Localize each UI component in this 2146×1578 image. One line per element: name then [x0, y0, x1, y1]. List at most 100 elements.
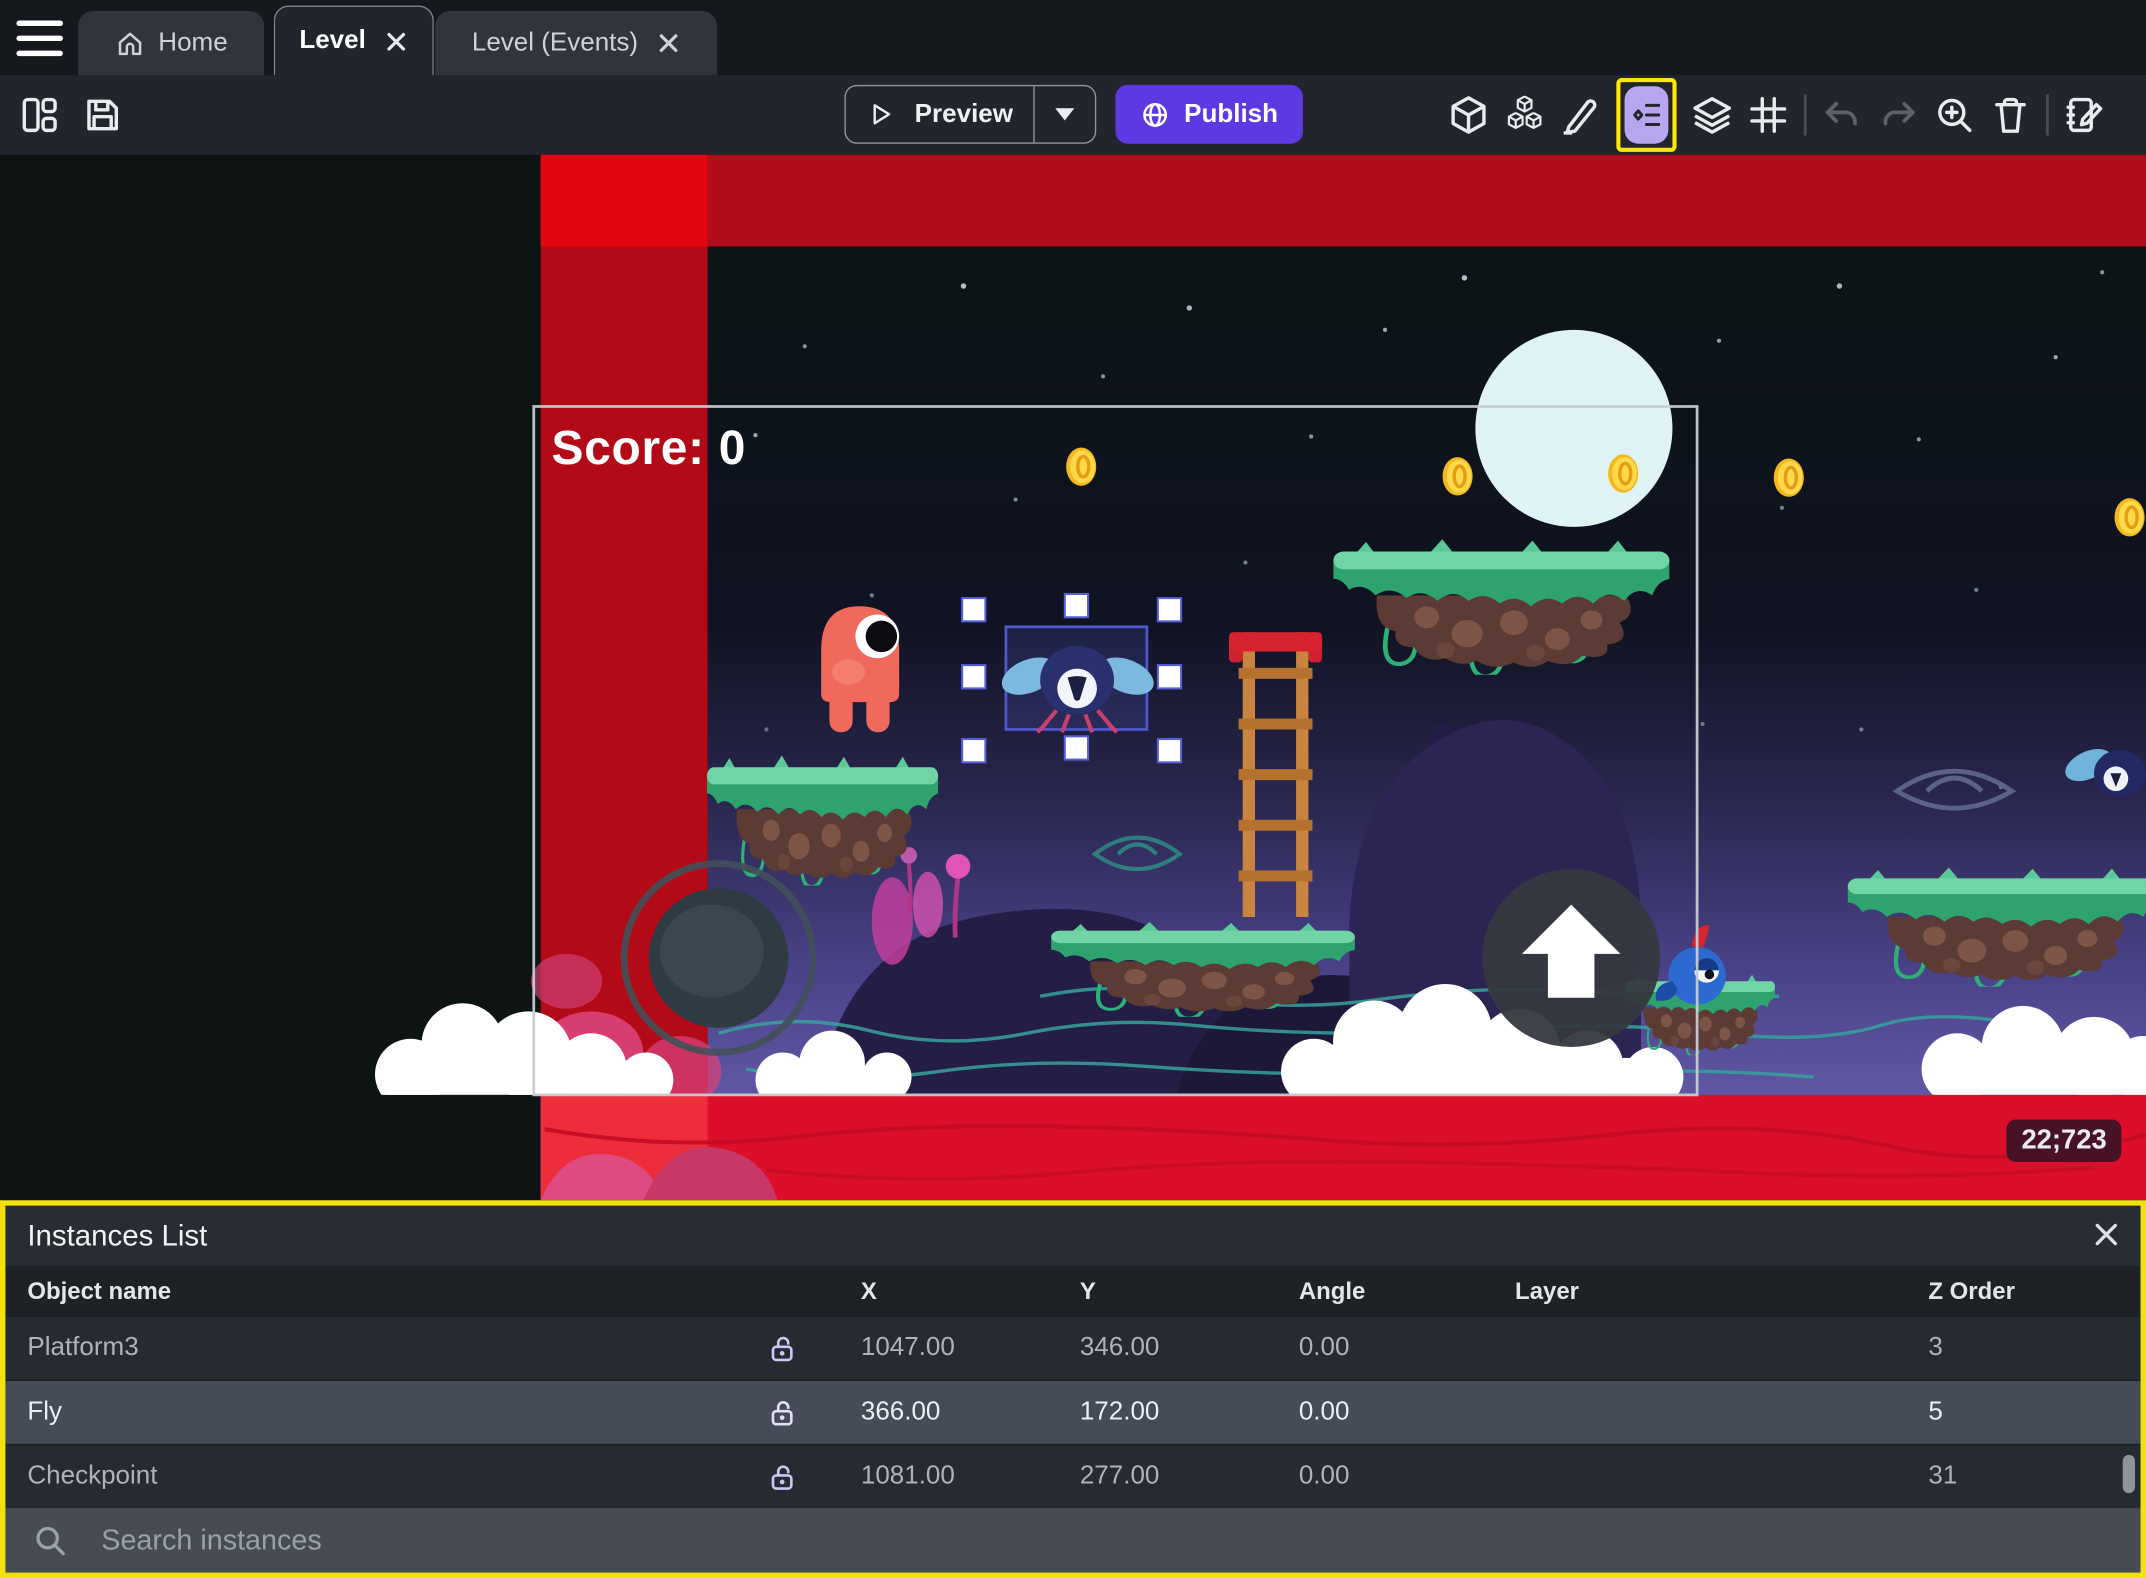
- preview-label: Preview: [914, 99, 1013, 128]
- unlock-icon: [771, 1464, 793, 1490]
- instance-name: Platform3: [27, 1333, 139, 1362]
- tab-home-label: Home: [158, 28, 228, 57]
- tab-level-label: Level: [299, 26, 366, 55]
- main-toolbar: Preview Publish: [0, 75, 2146, 155]
- moon: [1475, 329, 1673, 527]
- coin[interactable]: [1772, 457, 1806, 499]
- tab-level-active[interactable]: Level: [273, 5, 434, 76]
- toolbar-divider: [2046, 94, 2049, 136]
- coin[interactable]: [1441, 455, 1475, 497]
- column-z-order: Z Order: [1928, 1276, 2015, 1304]
- top-red-band[interactable]: [707, 154, 2146, 247]
- instance-name: Fly: [27, 1397, 63, 1427]
- play-icon: [873, 104, 891, 125]
- tab-level-close-icon[interactable]: [385, 29, 408, 52]
- tab-level-events-close-icon[interactable]: [657, 31, 680, 54]
- object-groups-button[interactable]: [1504, 94, 1545, 135]
- table-row-platform3[interactable]: Platform3 1047.00 346.00 0.00 3: [5, 1315, 2141, 1380]
- column-layer: Layer: [1515, 1276, 1579, 1304]
- ladder[interactable]: [1229, 632, 1323, 917]
- scene-editor-canvas[interactable]: Score: 0 22;723: [0, 154, 2146, 1201]
- instance-angle[interactable]: 0.00: [1251, 1462, 1467, 1492]
- undo-icon: [1825, 101, 1857, 126]
- cursor-position-badge: 22;723: [2006, 1119, 2122, 1162]
- tab-home[interactable]: Home: [78, 10, 265, 76]
- table-row-checkpoint[interactable]: Checkpoint 1081.00 277.00 0.00 31: [5, 1443, 2141, 1509]
- search-icon: [36, 1526, 65, 1555]
- instances-list-title: Instances List: [27, 1218, 208, 1252]
- instance-y[interactable]: 346.00: [1032, 1333, 1251, 1363]
- open-panels-layout-button[interactable]: [19, 94, 60, 135]
- instance-x[interactable]: 366.00: [813, 1397, 1032, 1427]
- instances-list-panel: Instances List Object name X Y Angle Lay…: [0, 1200, 2146, 1578]
- lock-toggle-button[interactable]: [766, 1461, 797, 1492]
- redo-button[interactable]: [1878, 94, 1919, 135]
- cube-icon: [1451, 96, 1486, 134]
- scrollbar-thumb[interactable]: [2122, 1454, 2136, 1494]
- delete-button[interactable]: [1990, 94, 2031, 135]
- instance-y[interactable]: 277.00: [1032, 1462, 1251, 1492]
- bottom-red-band: [540, 1094, 2146, 1201]
- score-text-object[interactable]: Score: 0: [552, 422, 747, 477]
- unlock-icon: [771, 1336, 793, 1361]
- instance-name: Checkpoint: [27, 1461, 158, 1491]
- instance-angle[interactable]: 0.00: [1251, 1333, 1467, 1363]
- pencil-icon: [1563, 99, 1597, 135]
- gdevelop-editor-window: Home Level Level (Events) Preview Publis…: [0, 0, 2146, 1578]
- object-groups-icon: [1507, 95, 1542, 130]
- objects-editor-button[interactable]: [1448, 94, 1489, 135]
- home-icon: [118, 31, 141, 55]
- instance-angle[interactable]: 0.00: [1251, 1397, 1467, 1427]
- instance-z-order[interactable]: 5: [1880, 1397, 2140, 1427]
- undo-button[interactable]: [1822, 94, 1863, 135]
- column-angle: Angle: [1298, 1276, 1366, 1304]
- save-button[interactable]: [82, 94, 123, 135]
- layers-button[interactable]: [1692, 94, 1733, 135]
- notebook-edit-icon: [2066, 97, 2103, 133]
- grid-button[interactable]: [1748, 94, 1789, 135]
- coin[interactable]: [2113, 496, 2146, 538]
- instances-table-header-row: Object name X Y Angle Layer Z Order: [5, 1265, 2141, 1316]
- instances-list-icon: [1633, 103, 1661, 127]
- toolbar-divider: [1803, 94, 1807, 136]
- edit-scene-properties-button[interactable]: [2064, 94, 2105, 135]
- redo-icon: [1883, 101, 1915, 126]
- zoom-in-icon: [1938, 98, 1972, 133]
- instance-x[interactable]: 1047.00: [813, 1333, 1032, 1363]
- instances-list-button-active[interactable]: [1624, 86, 1669, 144]
- layout-panels-icon: [22, 97, 57, 133]
- publish-button[interactable]: Publish: [1115, 84, 1303, 144]
- menu-hamburger-icon[interactable]: [16, 18, 63, 59]
- table-row-fly-selected[interactable]: Fly 366.00 172.00 0.00 5: [5, 1379, 2141, 1444]
- instance-x[interactable]: 1081.00: [813, 1462, 1032, 1492]
- grid-icon: [1750, 97, 1787, 133]
- column-x: X: [860, 1276, 877, 1304]
- coin[interactable]: [1606, 453, 1640, 495]
- column-object-name: Object name: [27, 1276, 172, 1304]
- preview-dropdown-button[interactable]: [1035, 108, 1095, 121]
- trash-icon: [1995, 97, 2026, 133]
- jump-button[interactable]: [1482, 869, 1661, 1047]
- lock-toggle-button[interactable]: [766, 1332, 797, 1363]
- layers-icon: [1693, 97, 1731, 134]
- virtual-joystick[interactable]: [620, 860, 817, 1056]
- close-icon: [2095, 1223, 2117, 1246]
- tab-bar: Home Level Level (Events): [0, 0, 2146, 76]
- instance-z-order[interactable]: 31: [1880, 1462, 2140, 1492]
- lock-toggle-button[interactable]: [766, 1397, 797, 1428]
- globe-icon: [1143, 102, 1168, 127]
- game-scene: [375, 154, 2146, 1201]
- search-instances-input[interactable]: [98, 1522, 2141, 1559]
- preview-button[interactable]: Preview: [844, 84, 1097, 144]
- properties-button[interactable]: [1560, 94, 1601, 135]
- instance-y[interactable]: 172.00: [1032, 1397, 1251, 1427]
- tab-level-events[interactable]: Level (Events): [435, 10, 718, 76]
- unlock-icon: [771, 1400, 793, 1425]
- instance-z-order[interactable]: 3: [1880, 1333, 2140, 1363]
- zoom-in-button[interactable]: [1934, 94, 1975, 135]
- coin[interactable]: [1064, 446, 1098, 488]
- tab-level-events-label: Level (Events): [471, 28, 639, 57]
- instances-list-close-button[interactable]: [2091, 1219, 2121, 1249]
- red-band-stripe-overlap: [540, 154, 708, 247]
- publish-label: Publish: [1184, 99, 1279, 128]
